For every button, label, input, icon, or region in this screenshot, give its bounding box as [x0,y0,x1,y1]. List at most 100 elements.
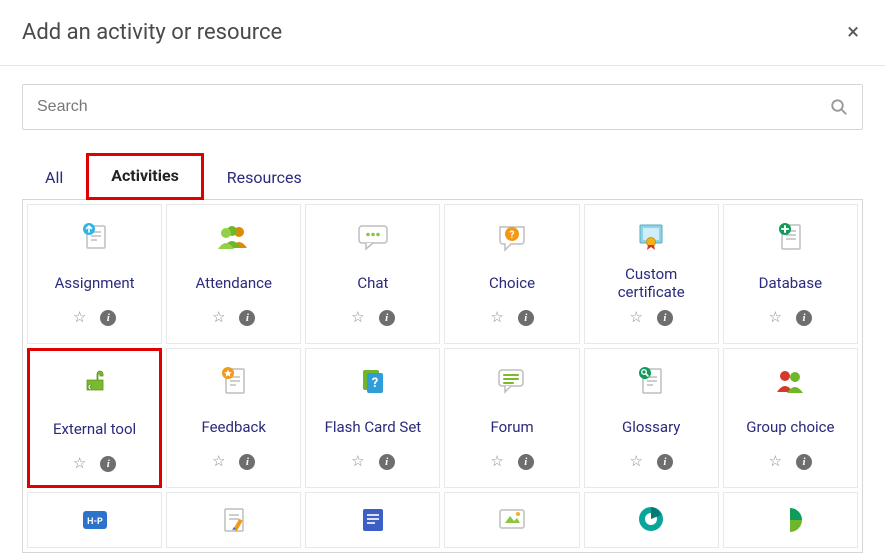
card-label: Assignment [55,265,135,301]
modal-header: Add an activity or resource × [0,0,885,66]
card-lesson[interactable] [166,492,301,548]
star-icon[interactable]: ☆ [629,308,642,326]
svg-text:?: ? [510,230,515,241]
activity-grid-wrap: Assignment ☆ i Attendance ☆ i [22,199,863,553]
card-actions: ☆ i [769,307,812,326]
modal-body: All Activities Resources Assignment ☆ [0,66,885,553]
info-icon[interactable]: i [518,451,534,470]
star-icon[interactable]: ☆ [73,308,86,326]
card-attendance[interactable]: Attendance ☆ i [166,204,301,344]
card-custom-certificate[interactable]: Custom certificate ☆ i [584,204,719,344]
card-actions: ☆ i [212,451,255,470]
info-icon[interactable]: i [796,307,812,326]
search-input[interactable] [23,98,816,116]
lesson-icon [218,501,250,537]
card-label: Custom certificate [591,265,712,301]
chat-icon [356,219,390,255]
assignment-icon [79,219,111,255]
star-icon[interactable]: ☆ [490,452,503,470]
card-actions: ☆ i [629,307,672,326]
star-icon[interactable]: ☆ [769,452,782,470]
glossary-icon [635,363,667,399]
tab-activities[interactable]: Activities [86,153,204,200]
scorm-icon [496,501,528,537]
card-assignment[interactable]: Assignment ☆ i [27,204,162,344]
info-icon[interactable]: i [796,451,812,470]
feedback-icon [218,363,250,399]
database-icon [774,219,806,255]
info-icon[interactable]: i [239,307,255,326]
flash-card-icon: ? [357,363,389,399]
tab-label: Activities [111,166,179,185]
card-h5p[interactable]: H-P [27,492,162,548]
info-icon[interactable]: i [239,451,255,470]
search-icon[interactable] [816,98,862,116]
card-glossary[interactable]: Glossary ☆ i [584,348,719,488]
card-scorm[interactable] [444,492,579,548]
choice-icon: ? [495,219,529,255]
card-database[interactable]: Database ☆ i [723,204,858,344]
tab-label: All [45,168,63,187]
card-label: Feedback [201,409,266,445]
info-icon[interactable]: i [100,453,116,472]
info-icon[interactable]: i [379,307,395,326]
close-button[interactable]: × [843,22,863,44]
star-icon[interactable]: ☆ [490,308,503,326]
certificate-icon [634,219,668,255]
quiz-icon [359,501,387,537]
h5p-icon: H-P [78,501,112,537]
card-forum[interactable]: Forum ☆ i [444,348,579,488]
card-quiz[interactable] [305,492,440,548]
card-actions: ☆ i [629,451,672,470]
card-actions: ☆ i [490,307,533,326]
card-actions: ☆ i [769,451,812,470]
card-label: Choice [489,265,535,301]
card-actions: ☆ i [212,307,255,326]
info-icon[interactable]: i [657,307,673,326]
star-icon[interactable]: ☆ [351,308,364,326]
search-field-wrap [22,84,863,130]
group-choice-icon [773,363,807,399]
info-icon[interactable]: i [657,451,673,470]
card-actions: ☆ i [490,451,533,470]
svg-text:?: ? [372,376,378,391]
card-label: External tool [53,411,136,447]
card-actions: ☆ i [351,451,394,470]
card-feedback[interactable]: Feedback ☆ i [166,348,301,488]
star-icon[interactable]: ☆ [629,452,642,470]
info-icon[interactable]: i [518,307,534,326]
card-actions: ☆ i [73,453,116,472]
card-label: Database [759,265,822,301]
external-tool-icon [79,365,111,401]
card-workshop[interactable] [723,492,858,548]
tab-all[interactable]: All [22,157,86,200]
card-label: Attendance [196,265,272,301]
info-icon[interactable]: i [379,451,395,470]
close-icon: × [847,20,859,45]
card-actions: ☆ i [73,307,116,326]
card-group-choice[interactable]: Group choice ☆ i [723,348,858,488]
add-activity-modal: Add an activity or resource × All Activi… [0,0,885,553]
star-icon[interactable]: ☆ [212,452,225,470]
card-label: Group choice [746,409,834,445]
tab-resources[interactable]: Resources [204,157,325,200]
tab-label: Resources [227,168,302,187]
card-chat[interactable]: Chat ☆ i [305,204,440,344]
svg-text:H-P: H-P [87,517,103,527]
info-icon[interactable]: i [100,307,116,326]
card-label: Glossary [622,409,680,445]
star-icon[interactable]: ☆ [351,452,364,470]
star-icon[interactable]: ☆ [212,308,225,326]
attendance-icon [217,219,251,255]
star-icon[interactable]: ☆ [769,308,782,326]
tabs: All Activities Resources [22,152,863,199]
star-icon[interactable]: ☆ [73,454,86,472]
card-choice[interactable]: ? Choice ☆ i [444,204,579,344]
card-flash-card-set[interactable]: ? Flash Card Set ☆ i [305,348,440,488]
card-label: Chat [357,265,388,301]
modal-title: Add an activity or resource [22,20,282,45]
survey-icon [636,501,666,537]
card-label: Forum [490,409,533,445]
card-survey[interactable] [584,492,719,548]
card-external-tool[interactable]: External tool ☆ i [27,348,162,488]
